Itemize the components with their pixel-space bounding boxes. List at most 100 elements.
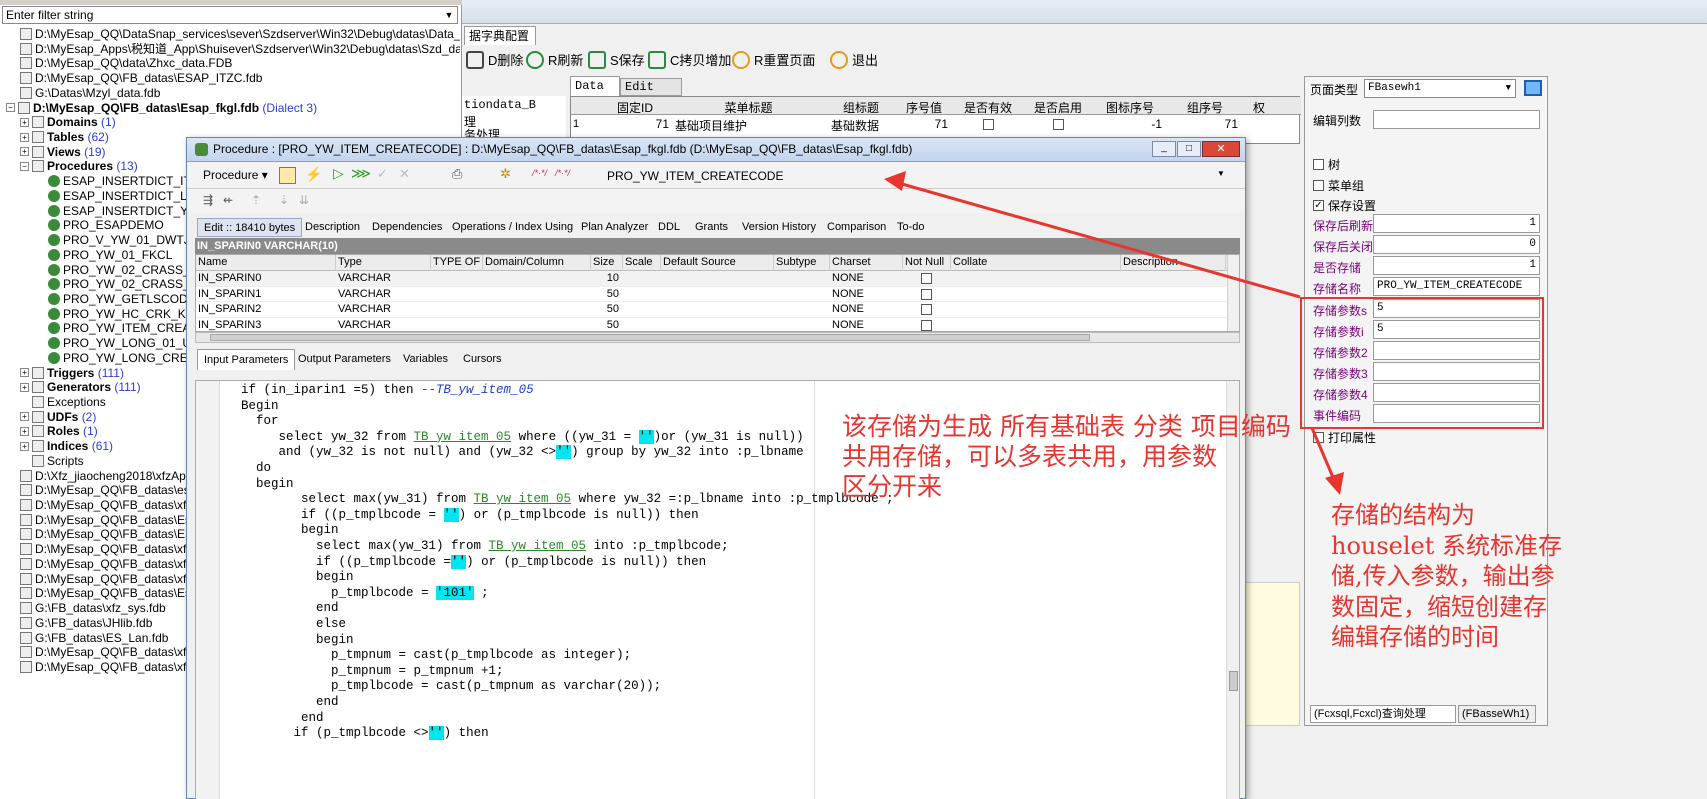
scroll-thumb[interactable] [1229, 671, 1238, 691]
params-column-header[interactable]: Charset [830, 255, 903, 271]
unindent-icon[interactable]: ⇷ [223, 193, 233, 207]
params-scrollbar[interactable] [195, 332, 1240, 343]
expand-icon[interactable]: + [20, 426, 29, 436]
explorer-tabs[interactable] [0, 0, 462, 5]
tab-description[interactable]: Description [305, 221, 360, 233]
params-column-header[interactable]: TYPE OF [431, 255, 483, 271]
tree-procedure-item[interactable]: PRO_YW_01_FKCL [48, 247, 172, 263]
tab-edit[interactable]: Edit :: 18410 bytes [197, 218, 303, 237]
move-down-icon[interactable]: ⇣ [279, 193, 289, 207]
tree-checkbox[interactable] [1313, 159, 1324, 170]
tree-procedure-item[interactable]: ESAP_INSERTDICT_ITEM [48, 173, 209, 189]
comment-icon[interactable]: /*·*/ [555, 168, 570, 178]
param-cell[interactable]: IN_SPARIN0 [196, 270, 336, 287]
scroll-thumb[interactable] [210, 334, 1090, 341]
field-input[interactable]: 1 [1373, 214, 1540, 233]
params-column-header[interactable]: Name [196, 255, 336, 271]
param-cell[interactable]: IN_SPARIN1 [196, 286, 336, 303]
print-icon[interactable]: ⎙ [452, 166, 462, 182]
param-cell[interactable]: NONE [830, 301, 903, 318]
exit-button[interactable]: 退出 [830, 50, 878, 69]
expand-icon[interactable]: − [20, 161, 29, 171]
close-button[interactable]: ✕ [1202, 141, 1240, 157]
params-column-header[interactable]: Not Null [903, 255, 951, 271]
refresh-button[interactable]: R刷新 [526, 50, 583, 69]
tree-database-item[interactable]: G:\Datas\Mzyl_data.fdb [20, 85, 160, 101]
field-input[interactable]: PRO_YW_ITEM_CREATECODE [1373, 277, 1540, 296]
expand-icon[interactable]: + [20, 441, 29, 451]
param-cell[interactable]: VARCHAR [336, 301, 431, 318]
tree-database-item[interactable]: D:\MyEsap_QQ\data\Zhxc_data.FDB [20, 55, 232, 71]
tree-database-item[interactable]: D:\MyEsap_QQ\FB_datas\ESAP_ITZC.fdb [20, 70, 262, 86]
not-null-checkbox[interactable] [921, 273, 932, 284]
grid-header[interactable]: 组标题 [828, 99, 894, 116]
procedure-title-bar[interactable]: Procedure : [PRO_YW_ITEM_CREATECODE] : D… [187, 138, 1245, 162]
param-cell[interactable]: VARCHAR [336, 286, 431, 303]
param-cell[interactable]: VARCHAR [336, 270, 431, 287]
params-column-header[interactable]: Size [591, 255, 623, 271]
compile-icon[interactable]: ⚡ [305, 166, 322, 183]
chevron-down-icon[interactable]: ▼ [1217, 169, 1225, 178]
grid-header[interactable]: 权 [1244, 99, 1274, 116]
tree-database-item[interactable]: G:\FB_datas\ES_Lan.fdb [20, 630, 168, 646]
grid-header[interactable]: 固定ID [601, 99, 669, 116]
print-checkbox[interactable] [1313, 432, 1324, 443]
chevron-down-icon[interactable]: ▼ [442, 8, 456, 22]
collapse-icon[interactable]: − [6, 103, 15, 113]
tab-plan-analyzer[interactable]: Plan Analyzer [581, 221, 648, 233]
subtab-input-params[interactable]: Input Parameters [197, 349, 296, 370]
param-cell[interactable]: NONE [830, 270, 903, 287]
tree-procedure-item[interactable]: PRO_YW_GETLSCODE [48, 291, 196, 307]
param-cell[interactable]: 50 [591, 301, 623, 318]
tree-database-item[interactable]: D:\MyEsap_Apps\税知道_App\Shuisever\Szdserv… [20, 41, 460, 57]
save-button[interactable]: S保存 [588, 50, 645, 69]
minimize-button[interactable]: _ [1152, 141, 1176, 157]
grid-cell-seq[interactable]: 71 [896, 117, 948, 131]
params-column-header[interactable]: Subtype [774, 255, 830, 271]
mode-icon[interactable] [279, 167, 296, 184]
not-null-checkbox[interactable] [921, 319, 932, 331]
params-column-header[interactable]: Domain/Column [483, 255, 591, 271]
tree-node[interactable]: + Tables (62) [20, 129, 109, 145]
tab-ddl[interactable]: DDL [658, 221, 680, 233]
param-cell[interactable]: NONE [830, 286, 903, 303]
filter-input[interactable]: Enter filter string [2, 6, 458, 24]
param-cell[interactable]: 10 [591, 270, 623, 287]
params-vertical-scrollbar[interactable] [1227, 255, 1239, 331]
save-settings-checkbox[interactable]: ✓ [1313, 200, 1324, 211]
subtab-output-params[interactable]: Output Parameters [298, 353, 391, 365]
menu-group-checkbox[interactable] [1313, 180, 1324, 191]
page-type-select[interactable]: FBasewh1 ▼ [1364, 79, 1516, 98]
params-column-header[interactable]: Scale [623, 255, 661, 271]
tab-comparison[interactable]: Comparison [827, 221, 886, 233]
tab-operations[interactable]: Operations / Index Using [452, 221, 573, 233]
params-column-header[interactable]: Description [1121, 255, 1226, 271]
settings-icon[interactable]: ✲ [500, 166, 511, 182]
param-cell[interactable]: 50 [591, 317, 623, 331]
expand-icon[interactable]: + [20, 368, 29, 378]
grid-header[interactable]: 菜单标题 [671, 99, 826, 116]
tab-edit-sql[interactable]: Edit SQL [620, 78, 682, 110]
delete-button[interactable]: D删除 [466, 50, 523, 69]
menu-group-option[interactable]: 菜单组 [1313, 177, 1364, 194]
tab-dependencies[interactable]: Dependencies [372, 221, 442, 233]
edit-cols-input[interactable] [1373, 110, 1540, 129]
save-settings-option[interactable]: ✓ 保存设置 [1313, 197, 1376, 214]
maximize-button[interactable]: □ [1177, 141, 1201, 157]
tree-node[interactable]: + Domains (1) [20, 114, 116, 130]
expand-icon[interactable]: + [20, 147, 29, 157]
not-null-checkbox[interactable] [921, 288, 932, 300]
not-null-checkbox[interactable] [921, 304, 932, 316]
expand-icon[interactable]: + [20, 132, 29, 142]
grid-cell-groupseq[interactable]: 71 [1168, 117, 1238, 131]
expand-icon[interactable]: + [20, 117, 29, 127]
move-up-icon[interactable]: ⇡ [251, 193, 261, 207]
tree-option[interactable]: 树 [1313, 156, 1340, 173]
tree-node[interactable]: + Indices (61) [20, 438, 113, 454]
menu-list-item[interactable]: tiondata_B [464, 98, 536, 112]
field-input[interactable]: 0 [1373, 235, 1540, 254]
tab-data[interactable]: Data [570, 76, 620, 96]
tree-database-item[interactable]: G:\FB_datas\xfz_sys.fdb [20, 600, 166, 616]
grid-cell-icon[interactable]: -1 [1094, 117, 1162, 131]
tree-active-database[interactable]: − D:\MyEsap_QQ\FB_datas\Esap_fkgl.fdb (Di… [6, 100, 317, 116]
